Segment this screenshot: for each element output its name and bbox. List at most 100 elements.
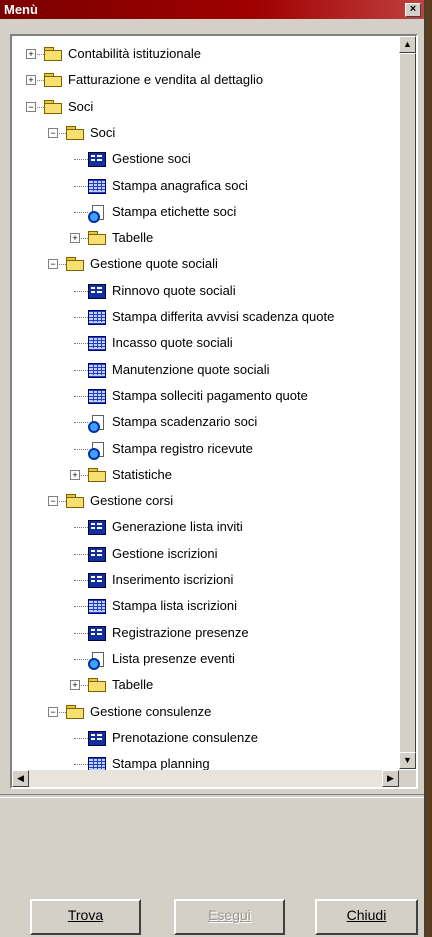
scrollbar-corner xyxy=(399,770,416,787)
tree-item[interactable]: Manutenzione quote sociali xyxy=(12,360,397,380)
tree-item[interactable]: Generazione lista inviti xyxy=(12,517,397,537)
form-icon xyxy=(88,730,106,746)
tree-item-label: Tabelle xyxy=(112,677,154,693)
tree-item-label: Stampa etichette soci xyxy=(112,203,237,219)
magnifier-shape xyxy=(88,447,100,460)
table-icon xyxy=(88,362,106,378)
tree-item-label: Stampa registro ricevute xyxy=(112,440,253,456)
tree-item-label: Stampa differita avvisi scadenza quote xyxy=(112,309,335,324)
tree-item[interactable]: Stampa solleciti pagamento quote xyxy=(12,386,397,406)
expand-toggle[interactable]: + xyxy=(26,75,36,86)
form-icon xyxy=(88,546,106,562)
table-icon xyxy=(88,310,106,325)
run-button[interactable]: Esegui xyxy=(174,899,285,935)
vertical-scrollbar[interactable]: ▲ ▼ xyxy=(399,36,416,769)
tree-connector xyxy=(74,290,88,292)
table-icon xyxy=(88,336,106,352)
tree-item[interactable]: Gestione iscrizioni xyxy=(12,544,397,564)
tree-item[interactable]: − Gestione quote sociali xyxy=(12,254,397,274)
tree-connector xyxy=(74,632,88,634)
tree-item[interactable]: − Gestione consulenze xyxy=(12,702,397,722)
tree-connector xyxy=(74,448,88,450)
tree-connector xyxy=(74,553,88,555)
tree-item[interactable]: + Tabelle xyxy=(12,228,397,248)
tree-item[interactable]: Prenotazione consulenze xyxy=(12,728,397,748)
tree-item-label: Rinnovo quote sociali xyxy=(112,282,236,298)
tree-item[interactable]: Stampa etichette soci xyxy=(12,202,397,223)
report-preview-icon xyxy=(88,651,104,670)
tree-item[interactable]: Lista presenze eventi xyxy=(12,649,397,670)
expand-toggle[interactable]: + xyxy=(70,469,80,480)
collapse-toggle[interactable]: − xyxy=(48,496,58,507)
tree-item[interactable]: + Fatturazione e vendita al dettaglio xyxy=(12,70,397,90)
tree-item[interactable]: + Tabelle xyxy=(12,675,397,695)
scroll-up-button[interactable]: ▲ xyxy=(399,36,416,53)
collapse-toggle[interactable]: − xyxy=(26,101,36,112)
window-title: Menù xyxy=(4,2,38,17)
tree-item[interactable]: + Contabilità istituzionale xyxy=(12,44,397,64)
folder-icon xyxy=(44,47,62,61)
tree-item-label: Inserimento iscrizioni xyxy=(112,572,234,587)
tree-item-label: Tabelle xyxy=(112,230,154,246)
tree-item-label: Fatturazione e vendita al dettaglio xyxy=(68,72,264,88)
scroll-left-button[interactable]: ◀ xyxy=(12,770,29,787)
tree-item[interactable]: + Statistiche xyxy=(12,465,397,485)
tree-item[interactable]: Incasso quote sociali xyxy=(12,333,397,353)
tree-item[interactable]: Registrazione presenze xyxy=(12,623,397,643)
title-bar[interactable]: Menù × xyxy=(0,0,424,19)
close-button[interactable]: Chiudi xyxy=(315,899,418,935)
folder-body xyxy=(44,76,62,88)
tree-item[interactable]: Stampa differita avvisi scadenza quote xyxy=(12,307,397,327)
table-icon xyxy=(88,178,106,194)
tree-item-label: Gestione iscrizioni xyxy=(112,545,218,561)
expand-toggle[interactable]: + xyxy=(70,680,80,691)
folder-icon xyxy=(44,73,62,88)
tree-item-label: Stampa solleciti pagamento quote xyxy=(112,387,308,403)
report-preview-icon xyxy=(88,204,104,223)
expand-toggle[interactable]: + xyxy=(70,233,80,244)
folder-icon xyxy=(44,99,62,114)
tree-item[interactable]: − Soci xyxy=(12,123,397,143)
tree-item-label: Stampa anagrafica soci xyxy=(112,177,248,193)
report-preview-icon xyxy=(88,415,104,434)
close-window-button[interactable]: × xyxy=(405,3,421,17)
tree-item[interactable]: − Soci xyxy=(12,97,397,117)
folder-icon xyxy=(88,231,106,246)
run-button-label: Esegui xyxy=(208,907,251,923)
find-button[interactable]: Trova xyxy=(30,899,141,935)
tree-item[interactable]: Gestione soci xyxy=(12,149,397,169)
scroll-down-button[interactable]: ▼ xyxy=(399,752,416,769)
tree-item[interactable]: Rinnovo quote sociali xyxy=(12,281,397,301)
tree-item[interactable]: Stampa lista iscrizioni xyxy=(12,596,397,616)
scroll-right-button[interactable]: ▶ xyxy=(382,770,399,787)
tree-connector xyxy=(74,369,88,371)
folder-body xyxy=(44,50,62,61)
folder-icon xyxy=(88,678,106,693)
tree-item[interactable]: Stampa anagrafica soci xyxy=(12,176,397,196)
tree-item-label: Gestione consulenze xyxy=(90,703,212,719)
tree-item-label: Stampa lista iscrizioni xyxy=(112,598,237,614)
tree-item[interactable]: Stampa registro ricevute xyxy=(12,439,397,460)
expand-toggle[interactable]: + xyxy=(26,49,36,59)
tree-item-label: Soci xyxy=(90,124,116,140)
tree-item-label: Generazione lista inviti xyxy=(112,519,243,535)
tree-item-label: Lista presenze eventi xyxy=(112,650,235,666)
horizontal-scrollbar[interactable]: ◀ ▶ xyxy=(12,770,399,787)
folder-icon xyxy=(66,494,84,509)
tree-item-label: Incasso quote sociali xyxy=(112,335,233,351)
collapse-toggle[interactable]: − xyxy=(48,706,58,717)
close-button-label: Chiudi xyxy=(346,907,387,923)
form-icon xyxy=(88,152,106,168)
folder-icon xyxy=(66,125,84,140)
collapse-toggle[interactable]: − xyxy=(48,127,58,138)
table-icon xyxy=(88,388,106,404)
scroll-thumb[interactable] xyxy=(399,53,416,755)
divider xyxy=(0,794,424,798)
report-preview-icon xyxy=(88,441,104,460)
tree-item[interactable]: − Gestione corsi xyxy=(12,491,397,511)
magnifier-shape xyxy=(88,210,100,223)
tree-item[interactable]: Inserimento iscrizioni xyxy=(12,570,397,590)
collapse-toggle[interactable]: − xyxy=(48,259,58,270)
tree-item[interactable]: Stampa scadenzario soci xyxy=(12,412,397,434)
form-icon xyxy=(88,573,106,588)
